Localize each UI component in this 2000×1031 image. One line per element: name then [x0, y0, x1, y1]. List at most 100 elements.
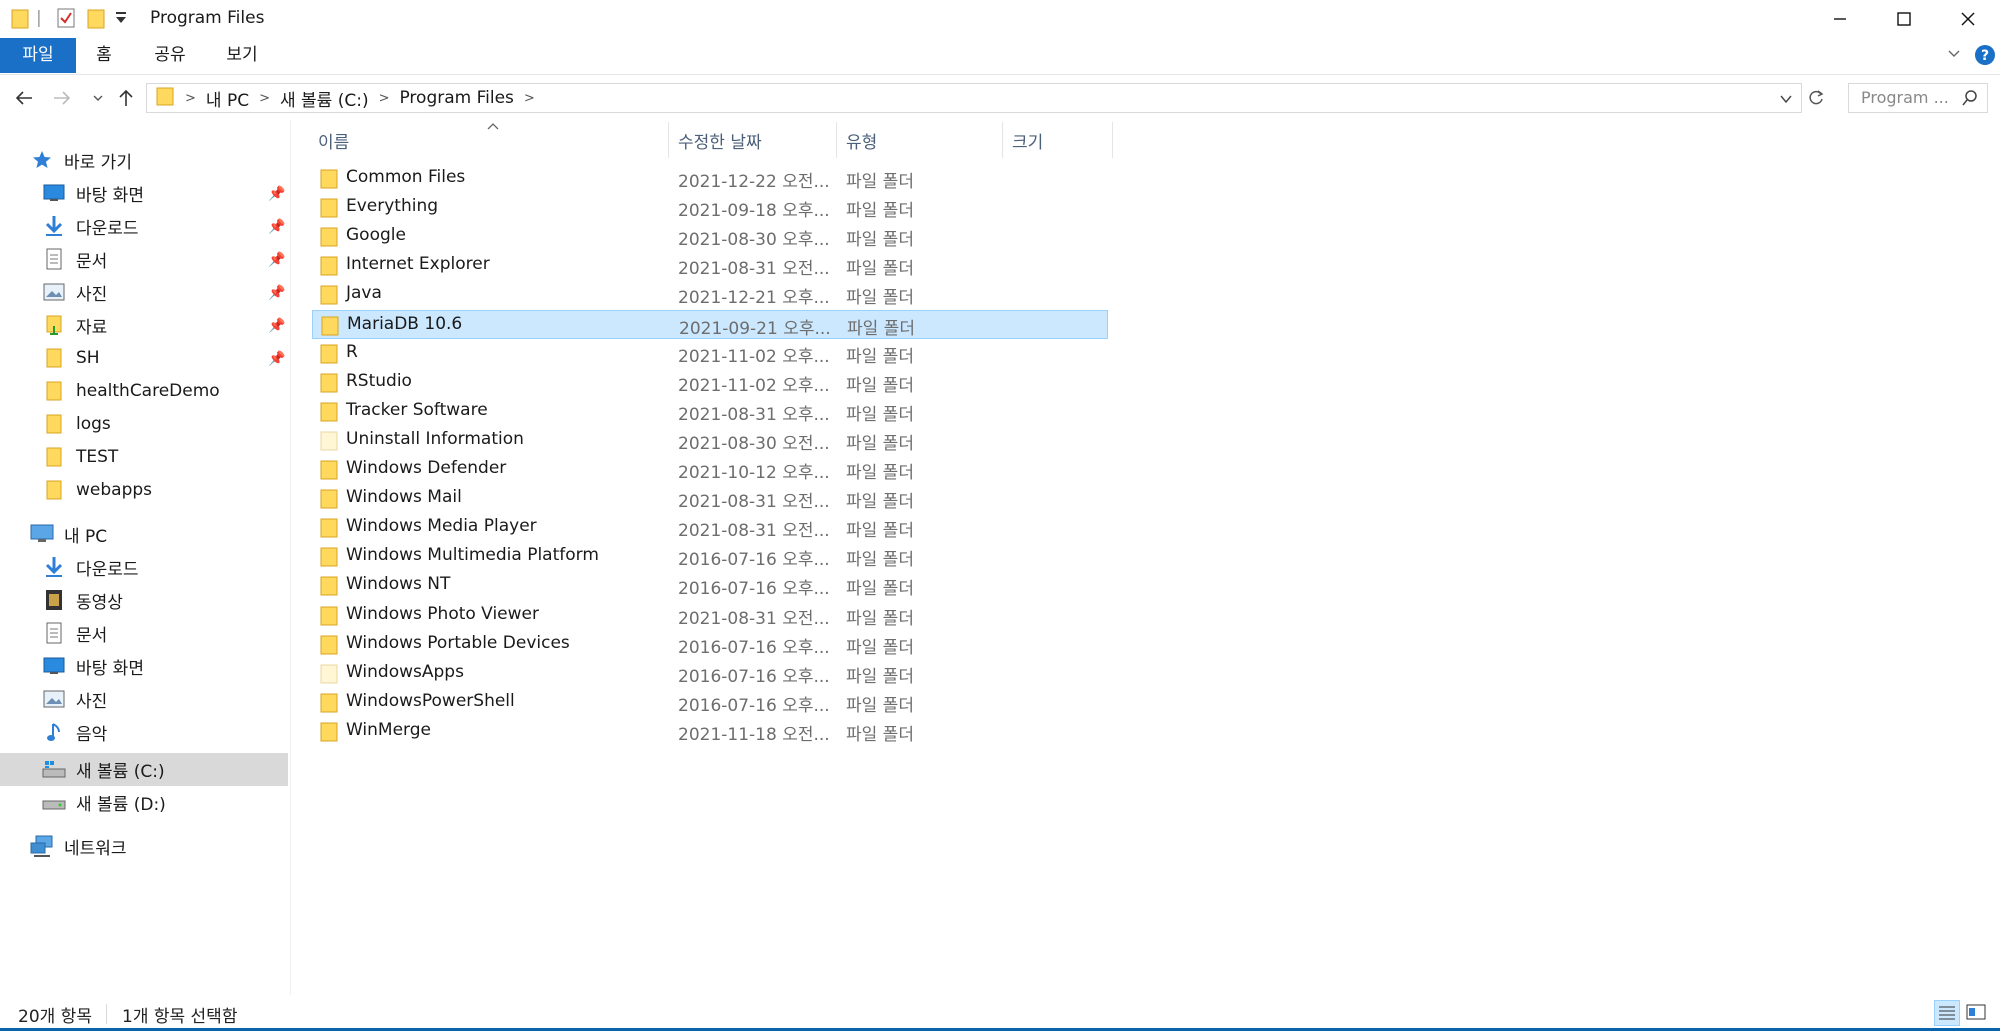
table-row[interactable]: Google 2021-08-30 오후... 파일 폴더	[312, 222, 1108, 251]
nav-item-webapps[interactable]: webapps	[42, 475, 152, 505]
forward-button[interactable]	[50, 86, 74, 110]
nav-pc-drive-c[interactable]: 새 볼륨 (C:)	[42, 754, 165, 784]
address-bar[interactable]: > 내 PC > 새 볼륨 (C:) > Program Files >	[146, 83, 1802, 113]
tab-file[interactable]: 파일	[0, 38, 76, 73]
table-row[interactable]: Java 2021-12-21 오후... 파일 폴더	[312, 280, 1108, 309]
table-row[interactable]: WindowsApps 2016-07-16 오후... 파일 폴더	[312, 659, 1108, 688]
file-date-modified: 2016-07-16 오후...	[678, 667, 830, 687]
nav-this-pc[interactable]: 내 PC	[30, 519, 107, 549]
nav-item-desktop[interactable]: 바탕 화면	[42, 178, 144, 208]
document-icon	[42, 248, 66, 270]
table-row[interactable]: WinMerge 2021-11-18 오전... 파일 폴더	[312, 717, 1108, 746]
table-row[interactable]: Internet Explorer 2021-08-31 오전... 파일 폴더	[312, 251, 1108, 280]
column-divider[interactable]	[1112, 122, 1113, 158]
nav-pc-documents[interactable]: 문서	[42, 618, 107, 648]
column-size[interactable]: 크기	[1012, 128, 1043, 153]
file-name: Common Files	[346, 167, 466, 187]
file-type: 파일 폴더	[846, 376, 914, 396]
help-icon[interactable]: ?	[1974, 44, 1996, 71]
table-row[interactable]: Windows NT 2016-07-16 오후... 파일 폴더	[312, 571, 1108, 600]
nav-quick-access[interactable]: 바로 가기	[30, 145, 132, 175]
close-button[interactable]	[1936, 0, 2000, 38]
nav-label: SH	[76, 348, 100, 368]
properties-icon[interactable]	[56, 6, 76, 35]
nav-item-test[interactable]: TEST	[42, 442, 118, 472]
table-row[interactable]: Windows Media Player 2021-08-31 오전... 파일 폴…	[312, 513, 1108, 542]
file-name: WindowsPowerShell	[346, 691, 515, 711]
large-icons-view-button[interactable]	[1964, 1000, 1990, 1026]
file-type: 파일 폴더	[846, 638, 914, 658]
nav-item-jaryo[interactable]: 자료	[42, 310, 107, 340]
file-name: Windows Portable Devices	[346, 633, 570, 653]
file-date-modified: 2021-12-21 오후...	[678, 288, 830, 308]
back-button[interactable]	[12, 86, 36, 110]
column-name[interactable]: 이름	[318, 128, 349, 153]
table-row[interactable]: Windows Defender 2021-10-12 오후... 파일 폴더	[312, 455, 1108, 484]
file-name: Windows Mail	[346, 487, 462, 507]
nav-item-logs[interactable]: logs	[42, 409, 111, 439]
pin-icon[interactable]: 📌	[268, 351, 285, 367]
breadcrumb-separator[interactable]: >	[259, 91, 270, 106]
table-row[interactable]: Tracker Software 2021-08-31 오후... 파일 폴더	[312, 397, 1108, 426]
search-box[interactable]: Program ...	[1848, 83, 1988, 113]
breadcrumb-this-pc[interactable]: 내 PC	[196, 86, 259, 111]
table-row[interactable]: Everything 2021-09-18 오후... 파일 폴더	[312, 193, 1108, 222]
customize-quick-access-icon[interactable]	[114, 10, 128, 30]
column-divider[interactable]	[1002, 122, 1003, 158]
column-divider[interactable]	[836, 122, 837, 158]
refresh-icon[interactable]	[1806, 88, 1826, 113]
breadcrumb-drive-c[interactable]: 새 볼륨 (C:)	[270, 86, 379, 111]
nav-pc-videos[interactable]: 동영상	[42, 585, 123, 615]
pin-icon[interactable]: 📌	[268, 252, 285, 268]
address-dropdown-icon[interactable]	[1779, 91, 1793, 111]
table-row[interactable]: Common Files 2021-12-22 오전... 파일 폴더	[312, 164, 1108, 193]
nav-pc-music[interactable]: 음악	[42, 717, 107, 747]
nav-pc-desktop[interactable]: 바탕 화면	[42, 651, 144, 681]
column-type[interactable]: 유형	[846, 128, 877, 153]
pane-splitter[interactable]	[290, 120, 291, 995]
table-row[interactable]: Uninstall Information 2021-08-30 오전... 파일 …	[312, 426, 1108, 455]
nav-item-pictures[interactable]: 사진	[42, 277, 107, 307]
nav-item-downloads[interactable]: 다운로드	[42, 211, 139, 241]
file-name: Google	[346, 225, 406, 245]
pin-icon[interactable]: 📌	[268, 219, 285, 235]
tab-share[interactable]: 공유	[146, 38, 194, 73]
separator: |	[36, 8, 42, 28]
table-row[interactable]: Windows Portable Devices 2016-07-16 오후...…	[312, 630, 1108, 659]
pin-icon[interactable]: 📌	[268, 186, 285, 202]
new-folder-icon[interactable]	[86, 6, 106, 35]
file-type: 파일 폴더	[846, 172, 914, 192]
nav-network[interactable]: 네트워크	[30, 831, 127, 861]
recent-locations-button[interactable]	[86, 86, 110, 110]
file-date-modified: 2021-11-18 오전...	[678, 725, 830, 745]
nav-pc-pictures[interactable]: 사진	[42, 684, 107, 714]
table-row[interactable]: Windows Photo Viewer 2021-08-31 오전... 파일 폴…	[312, 601, 1108, 630]
nav-item-sh[interactable]: SH	[42, 343, 100, 373]
breadcrumb-program-files[interactable]: Program Files	[389, 88, 523, 108]
table-row[interactable]: Windows Mail 2021-08-31 오전... 파일 폴더	[312, 484, 1108, 513]
table-row[interactable]: R 2021-11-02 오후... 파일 폴더	[312, 339, 1108, 368]
tab-home[interactable]: 홈	[84, 38, 124, 73]
table-row[interactable]: WindowsPowerShell 2016-07-16 오후... 파일 폴더	[312, 688, 1108, 717]
nav-item-healthcaredemo[interactable]: healthCareDemo	[42, 376, 220, 406]
table-row[interactable]: RStudio 2021-11-02 오후... 파일 폴더	[312, 368, 1108, 397]
breadcrumb-separator[interactable]: >	[524, 91, 535, 106]
breadcrumb-separator[interactable]: >	[379, 91, 390, 106]
nav-pc-downloads[interactable]: 다운로드	[42, 552, 139, 582]
selected-count: 1개 항목 선택함	[122, 1007, 238, 1027]
maximize-button[interactable]	[1872, 0, 1936, 38]
nav-item-documents[interactable]: 문서	[42, 244, 107, 274]
tab-view[interactable]: 보기	[218, 38, 266, 73]
breadcrumb-separator[interactable]: >	[175, 91, 196, 106]
pin-icon[interactable]: 📌	[268, 285, 285, 301]
pin-icon[interactable]: 📌	[268, 318, 285, 334]
column-divider[interactable]	[668, 122, 669, 158]
table-row[interactable]: MariaDB 10.6 2021-09-21 오후... 파일 폴더	[312, 310, 1108, 339]
nav-pc-drive-d[interactable]: 새 볼륨 (D:)	[42, 787, 166, 817]
details-view-button[interactable]	[1934, 1000, 1960, 1026]
expand-ribbon-icon[interactable]	[1946, 46, 1962, 67]
up-button[interactable]	[114, 86, 138, 110]
minimize-button[interactable]	[1808, 0, 1872, 38]
column-date-modified[interactable]: 수정한 날짜	[678, 128, 762, 153]
table-row[interactable]: Windows Multimedia Platform 2016-07-16 오후…	[312, 542, 1108, 571]
